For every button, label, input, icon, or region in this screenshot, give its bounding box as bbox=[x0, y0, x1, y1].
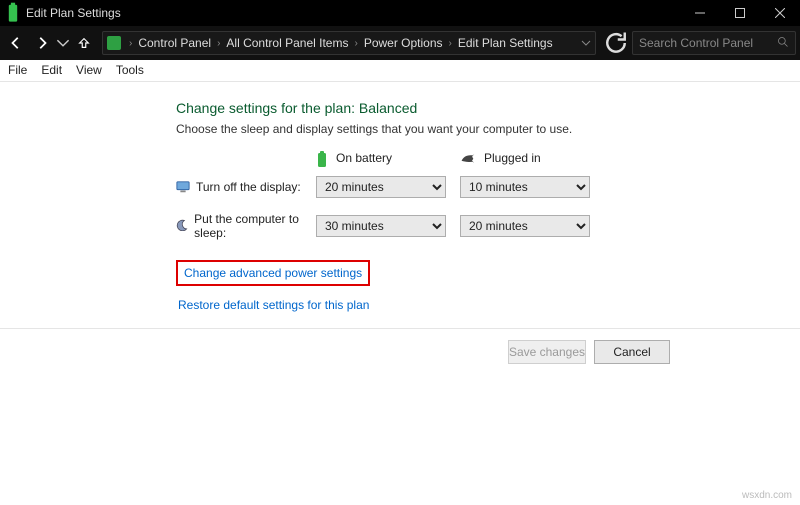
up-button[interactable] bbox=[72, 31, 96, 55]
watermark: wsxdn.com bbox=[742, 490, 792, 501]
change-advanced-power-settings-link[interactable]: Change advanced power settings bbox=[176, 260, 370, 286]
chevron-right-icon: › bbox=[354, 38, 357, 49]
cancel-button[interactable]: Cancel bbox=[594, 340, 670, 364]
search-input[interactable]: Search Control Panel bbox=[632, 31, 796, 55]
titlebar: Edit Plan Settings bbox=[0, 0, 800, 26]
search-icon bbox=[777, 36, 789, 51]
breadcrumb[interactable]: › Control Panel › All Control Panel Item… bbox=[102, 31, 596, 55]
sleep-battery-select[interactable]: 30 minutes bbox=[316, 215, 446, 237]
plug-icon bbox=[460, 152, 476, 164]
content-area: Change settings for the plan: Balanced C… bbox=[0, 81, 800, 375]
navbar: › Control Panel › All Control Panel Item… bbox=[0, 26, 800, 60]
forward-button[interactable] bbox=[30, 31, 54, 55]
breadcrumb-item[interactable]: Control Panel bbox=[138, 36, 211, 50]
recent-locations-button[interactable] bbox=[56, 31, 70, 55]
back-button[interactable] bbox=[4, 31, 28, 55]
menu-tools[interactable]: Tools bbox=[116, 63, 144, 77]
menubar: File Edit View Tools bbox=[0, 60, 800, 81]
display-battery-select[interactable]: 20 minutes bbox=[316, 176, 446, 198]
sleep-icon bbox=[176, 219, 188, 233]
refresh-button[interactable] bbox=[602, 31, 630, 55]
search-placeholder: Search Control Panel bbox=[639, 36, 753, 50]
breadcrumb-item[interactable]: Edit Plan Settings bbox=[458, 36, 553, 50]
footer: Save changes Cancel bbox=[0, 328, 800, 375]
save-button: Save changes bbox=[508, 340, 586, 364]
column-on-battery: On battery bbox=[336, 151, 392, 165]
display-plugged-select[interactable]: 10 minutes bbox=[460, 176, 590, 198]
control-panel-icon bbox=[107, 36, 121, 50]
chevron-down-icon[interactable] bbox=[581, 38, 591, 48]
battery-icon bbox=[316, 150, 328, 166]
chevron-right-icon: › bbox=[129, 38, 132, 49]
row-display-label: Turn off the display: bbox=[196, 180, 301, 194]
close-button[interactable] bbox=[760, 0, 800, 26]
breadcrumb-item[interactable]: Power Options bbox=[364, 36, 443, 50]
page-subtext: Choose the sleep and display settings th… bbox=[176, 122, 766, 136]
page-heading: Change settings for the plan: Balanced bbox=[176, 100, 766, 116]
row-sleep-label: Put the computer to sleep: bbox=[194, 212, 316, 240]
chevron-right-icon: › bbox=[217, 38, 220, 49]
sleep-plugged-select[interactable]: 20 minutes bbox=[460, 215, 590, 237]
maximize-button[interactable] bbox=[720, 0, 760, 26]
window-title: Edit Plan Settings bbox=[26, 6, 680, 20]
menu-view[interactable]: View bbox=[76, 63, 102, 77]
restore-defaults-link[interactable]: Restore default settings for this plan bbox=[178, 298, 369, 312]
minimize-button[interactable] bbox=[680, 0, 720, 26]
menu-edit[interactable]: Edit bbox=[41, 63, 62, 77]
menu-file[interactable]: File bbox=[8, 63, 27, 77]
column-plugged-in: Plugged in bbox=[484, 151, 541, 165]
breadcrumb-item[interactable]: All Control Panel Items bbox=[226, 36, 348, 50]
battery-app-icon bbox=[6, 6, 20, 20]
display-icon bbox=[176, 180, 190, 194]
chevron-right-icon: › bbox=[449, 38, 452, 49]
